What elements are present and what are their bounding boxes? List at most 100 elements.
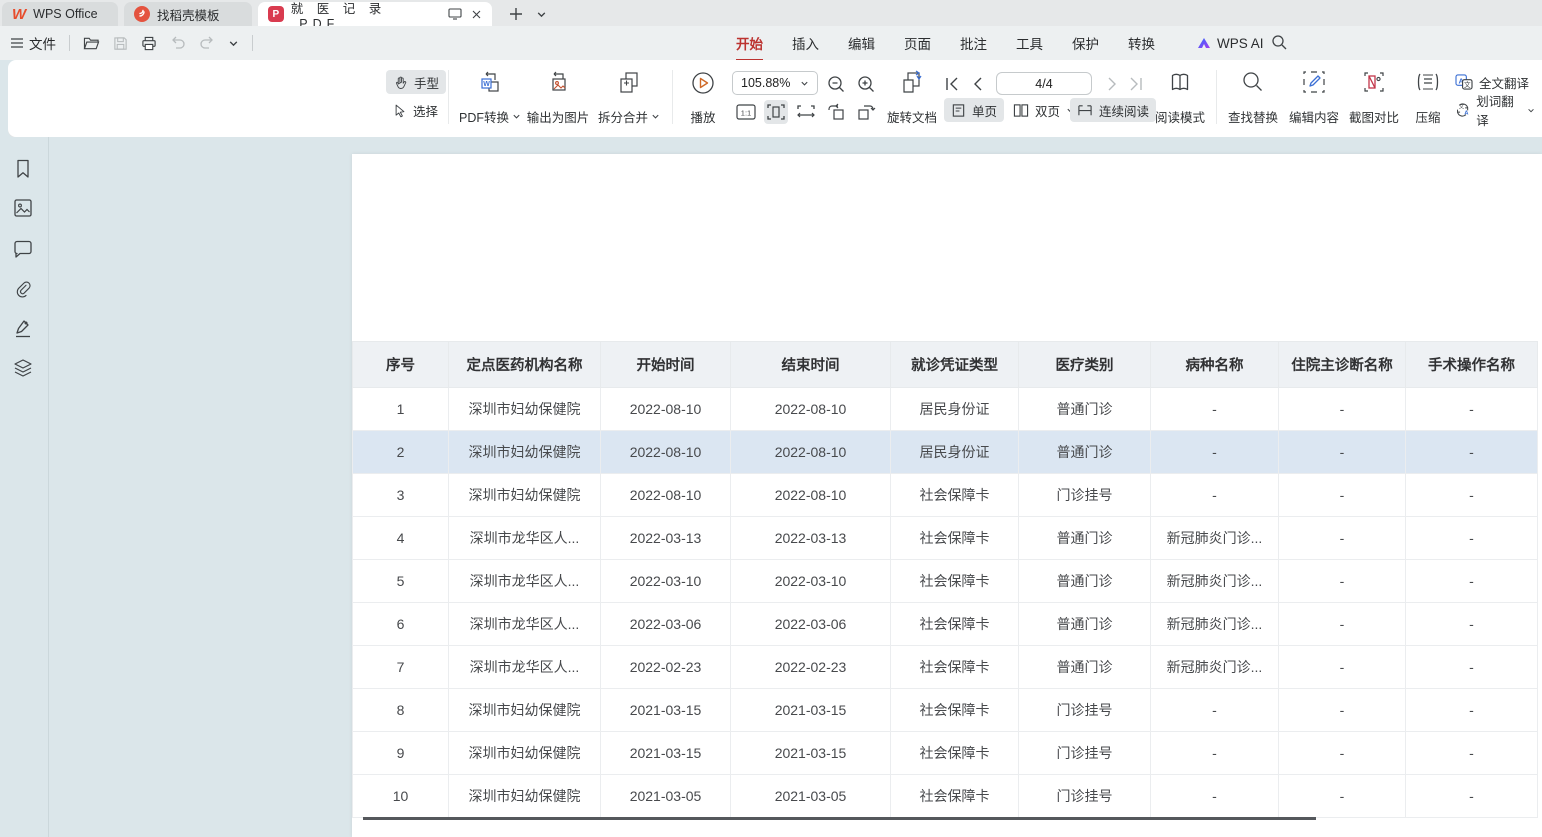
pdf-page[interactable]: 序号定点医药机构名称开始时间结束时间就诊凭证类型医疗类别病种名称住院主诊断名称手… [352,154,1542,837]
table-cell: - [1406,775,1538,818]
table-cell: 8 [353,689,449,732]
table-row[interactable]: 3深圳市妇幼保健院2022-08-102022-08-10社会保障卡门诊挂号--… [353,474,1538,517]
redo-button[interactable] [199,36,215,50]
table-cell: - [1151,431,1279,474]
table-cell: 2021-03-15 [731,689,891,732]
close-tab-icon[interactable] [471,9,482,20]
tab-medical-record-pdf[interactable]: P 就 医 记 录 .PDF [258,2,492,26]
table-cell: - [1151,775,1279,818]
save-button[interactable] [113,36,128,51]
table-cell: 普通门诊 [1019,388,1151,431]
find-replace-button[interactable]: 查找替换 [1222,68,1284,128]
tab-list-dropdown-icon[interactable] [530,3,552,25]
table-row[interactable]: 6深圳市龙华区人...2022-03-062022-03-06社会保障卡普通门诊… [353,603,1538,646]
tab-docer-templates[interactable]: 找稻壳模板 [124,2,252,26]
zoom-in-button[interactable] [854,72,878,96]
menu-tab-7[interactable]: 转换 [1128,33,1155,53]
zoom-level-select[interactable]: 105.88% [732,71,818,95]
single-page-button[interactable]: 单页 [944,98,1004,122]
zoom-value: 105.88% [741,76,790,90]
pen-icon [12,317,34,339]
rotate-right-button[interactable] [854,100,878,124]
select-tool-button[interactable]: 选择 [386,98,446,122]
table-row[interactable]: 9深圳市妇幼保健院2021-03-152021-03-15社会保障卡门诊挂号--… [353,732,1538,775]
table-row[interactable]: 7深圳市龙华区人...2022-02-232022-02-23社会保障卡普通门诊… [353,646,1538,689]
table-cell: - [1279,689,1406,732]
sidebar-layers-button[interactable] [12,357,34,379]
hand-tool-button[interactable]: 手型 [386,70,446,94]
menu-tab-6[interactable]: 保护 [1072,33,1099,53]
search-icon [1271,34,1288,51]
undo-button[interactable] [170,36,186,50]
table-cell: 深圳市妇幼保健院 [449,732,601,775]
table-header-row: 序号定点医药机构名称开始时间结束时间就诊凭证类型医疗类别病种名称住院主诊断名称手… [353,342,1538,388]
table-row[interactable]: 10深圳市妇幼保健院2021-03-052021-03-05社会保障卡门诊挂号-… [353,775,1538,818]
table-cell: - [1279,775,1406,818]
sidebar-signature-button[interactable] [12,317,34,339]
column-header: 病种名称 [1151,342,1279,388]
last-page-button[interactable] [1124,72,1148,96]
table-cell: - [1279,474,1406,517]
menu-tab-4[interactable]: 批注 [960,33,987,53]
first-page-button[interactable] [940,72,964,96]
monitor-icon[interactable] [448,8,462,20]
menu-tab-0[interactable]: 开始 [736,33,763,53]
zoom-out-button[interactable] [824,72,848,96]
table-row[interactable]: 4深圳市龙华区人...2022-03-132022-03-13社会保障卡普通门诊… [353,517,1538,560]
edit-content-button[interactable]: 编辑内容 [1283,68,1345,128]
table-cell: 6 [353,603,449,646]
document-canvas: 序号定点医药机构名称开始时间结束时间就诊凭证类型医疗类别病种名称住院主诊断名称手… [0,137,1542,837]
table-cell: 深圳市妇幼保健院 [449,775,601,818]
new-tab-button[interactable] [505,3,527,25]
menu-search-button[interactable] [1271,34,1288,51]
page-number-input[interactable]: 4/4 [996,72,1092,95]
sidebar-comments-button[interactable] [12,238,34,260]
rotate-document-button[interactable]: 旋转文档 [881,68,943,128]
next-page-button[interactable] [1100,72,1124,96]
fit-page-button[interactable] [764,100,788,124]
continuous-reading-button[interactable]: 连续阅读 [1070,98,1156,122]
previous-page-button[interactable] [966,72,990,96]
table-row[interactable]: 5深圳市龙华区人...2022-03-102022-03-10社会保障卡普通门诊… [353,560,1538,603]
hamburger-icon [10,37,24,49]
tab-wps-office[interactable]: W WPS Office [2,2,118,26]
word-translate-button[interactable]: 文A 划词翻译 [1448,98,1542,122]
print-button[interactable] [141,36,157,51]
actual-size-button[interactable]: 1:1 [734,100,758,124]
table-cell: 深圳市龙华区人... [449,603,601,646]
table-cell: 7 [353,646,449,689]
compress-button[interactable]: 压缩 [1404,68,1452,128]
read-mode-button[interactable]: 阅读模式 [1151,68,1209,128]
table-row[interactable]: 8深圳市妇幼保健院2021-03-152021-03-15社会保障卡门诊挂号--… [353,689,1538,732]
quick-access-toolbar: 文件 [10,26,253,60]
menu-wps-ai[interactable]: WPS AI [1196,26,1264,60]
table-cell: 深圳市妇幼保健院 [449,689,601,732]
open-file-button[interactable] [83,36,100,51]
table-row[interactable]: 1深圳市妇幼保健院2022-08-102022-08-10居民身份证普通门诊--… [353,388,1538,431]
fit-width-button[interactable] [794,100,818,124]
menu-tab-1[interactable]: 插入 [792,33,819,53]
export-image-icon [545,70,571,96]
menu-tab-5[interactable]: 工具 [1016,33,1043,53]
qat-dropdown-icon[interactable] [228,38,239,49]
table-cell: 2022-08-10 [731,474,891,517]
menu-tab-3[interactable]: 页面 [904,33,931,53]
zoom-out-icon [827,75,846,94]
menu-tab-2[interactable]: 编辑 [848,33,875,53]
table-row[interactable]: 2深圳市妇幼保健院2022-08-102022-08-10居民身份证普通门诊--… [353,431,1538,474]
table-cell: 2021-03-15 [601,732,731,775]
table-cell: 2022-08-10 [601,431,731,474]
split-merge-button[interactable]: 拆分合并 [592,68,666,128]
rotate-left-button[interactable] [824,100,848,124]
export-as-image-button[interactable]: 输出为图片 [520,68,596,128]
play-button[interactable]: 播放 [680,68,726,128]
table-cell: 普通门诊 [1019,517,1151,560]
pdf-convert-button[interactable]: W PDF转换 [454,68,526,128]
compress-icon [1416,70,1440,94]
file-menu-button[interactable]: 文件 [10,33,56,53]
screenshot-compare-button[interactable]: 截图对比 [1343,68,1405,128]
sidebar-thumbnails-button[interactable] [12,197,34,219]
double-page-icon [1013,103,1029,118]
sidebar-bookmarks-button[interactable] [12,158,34,180]
sidebar-attachments-button[interactable] [12,278,34,300]
